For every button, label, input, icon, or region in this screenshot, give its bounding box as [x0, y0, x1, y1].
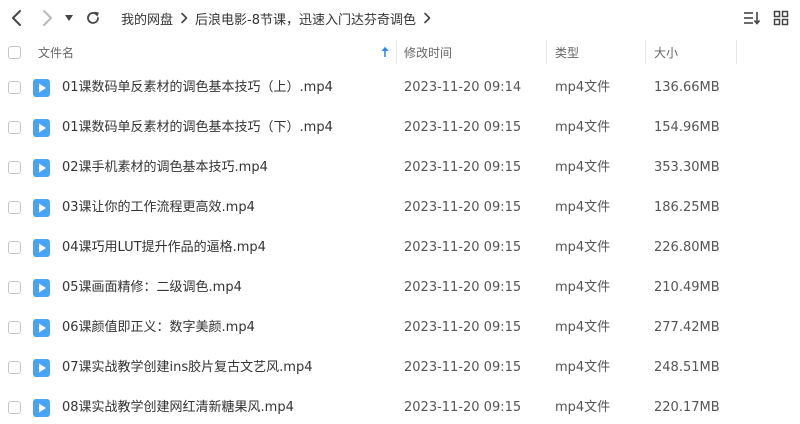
refresh-button[interactable] [81, 6, 105, 30]
video-file-icon [33, 279, 50, 297]
file-name[interactable]: 04课巧用LUT提升作品的逼格.mp4 [62, 228, 266, 268]
video-file-icon [33, 399, 50, 417]
column-header-type[interactable]: 类型 [555, 38, 579, 66]
row-checkbox[interactable] [8, 321, 21, 334]
file-type: mp4文件 [555, 280, 611, 295]
breadcrumb-separator-icon [176, 10, 192, 26]
file-modified-time: 2023-11-20 09:15 [404, 280, 522, 295]
file-size: 226.80MB [654, 240, 720, 255]
file-row[interactable]: 02课手机素材的调色基本技巧.mp4 2023-11-20 09:15 mp4文件 3… [0, 148, 800, 188]
file-type: mp4文件 [555, 160, 611, 175]
file-row[interactable]: 08课实战教学创建网红清新糖果风.mp4 2023-11-20 09:15 mp4文… [0, 388, 800, 424]
row-checkbox[interactable] [8, 241, 21, 254]
file-name[interactable]: 08课实战教学创建网红清新糖果风.mp4 [62, 388, 294, 424]
breadcrumb-separator-icon[interactable] [419, 10, 435, 26]
column-divider[interactable] [645, 40, 646, 64]
file-row[interactable]: 04课巧用LUT提升作品的逼格.mp4 2023-11-20 09:15 mp4文件… [0, 228, 800, 268]
file-modified-time: 2023-11-20 09:15 [404, 200, 522, 215]
column-divider[interactable] [736, 40, 737, 64]
file-row[interactable]: 01课数码单反素材的调色基本技巧（上）.mp4 2023-11-20 09:14 m… [0, 68, 800, 108]
file-modified-time: 2023-11-20 09:15 [404, 120, 522, 135]
video-file-icon [33, 159, 50, 177]
file-size: 277.42MB [654, 320, 720, 335]
file-name[interactable]: 03课让你的工作流程更高效.mp4 [62, 188, 255, 228]
file-modified-time: 2023-11-20 09:15 [404, 240, 522, 255]
video-file-icon [33, 359, 50, 377]
select-all-checkbox-cell [8, 38, 22, 66]
row-checkbox[interactable] [8, 401, 21, 414]
column-header-modified[interactable]: 修改时间 [404, 38, 452, 66]
file-modified-time: 2023-11-20 09:15 [404, 400, 522, 415]
file-row[interactable]: 06课颜值即正义：数字美颜.mp4 2023-11-20 09:15 mp4文件 27… [0, 308, 800, 348]
file-size: 136.66MB [654, 80, 720, 95]
file-name[interactable]: 07课实战教学创建ins胶片复古文艺风.mp4 [62, 348, 313, 388]
file-type: mp4文件 [555, 360, 611, 375]
file-row[interactable]: 01课数码单反素材的调色基本技巧（下）.mp4 2023-11-20 09:15 m… [0, 108, 800, 148]
column-divider[interactable] [546, 40, 547, 64]
sort-button[interactable] [742, 8, 762, 28]
file-list: 01课数码单反素材的调色基本技巧（上）.mp4 2023-11-20 09:14 m… [0, 68, 800, 424]
grid-view-icon [773, 10, 789, 26]
row-checkbox[interactable] [8, 161, 21, 174]
column-header-size[interactable]: 大小 [654, 38, 678, 66]
file-type: mp4文件 [555, 80, 611, 95]
select-all-checkbox[interactable] [8, 45, 21, 59]
file-modified-time: 2023-11-20 09:14 [404, 80, 522, 95]
file-row[interactable]: 05课画面精修：二级调色.mp4 2023-11-20 09:15 mp4文件 210… [0, 268, 800, 308]
file-name[interactable]: 06课颜值即正义：数字美颜.mp4 [62, 308, 255, 348]
breadcrumb-item-root[interactable]: 我的网盘 [121, 9, 173, 28]
column-divider[interactable] [396, 40, 397, 64]
file-name[interactable]: 01课数码单反素材的调色基本技巧（上）.mp4 [62, 68, 333, 108]
sort-icon [744, 12, 761, 25]
history-dropdown-button[interactable] [60, 6, 78, 30]
row-checkbox[interactable] [8, 281, 21, 294]
file-modified-time: 2023-11-20 09:15 [404, 320, 522, 335]
breadcrumb-item-current[interactable]: 后浪电影-8节课，迅速入门达芬奇调色 [195, 9, 416, 28]
file-row[interactable]: 07课实战教学创建ins胶片复古文艺风.mp4 2023-11-20 09:15 m… [0, 348, 800, 388]
file-type: mp4文件 [555, 400, 611, 415]
file-row[interactable]: 03课让你的工作流程更高效.mp4 2023-11-20 09:15 mp4文件 18… [0, 188, 800, 228]
video-file-icon [33, 239, 50, 257]
forward-button[interactable] [35, 6, 59, 30]
chevron-right-icon [43, 10, 52, 26]
file-size: 210.49MB [654, 280, 720, 295]
video-file-icon [33, 199, 50, 217]
file-size: 186.25MB [654, 200, 720, 215]
row-checkbox[interactable] [8, 201, 21, 214]
refresh-icon [87, 11, 99, 24]
file-size: 248.51MB [654, 360, 720, 375]
column-header-name[interactable]: 文件名 [38, 38, 74, 66]
row-checkbox[interactable] [8, 361, 21, 374]
breadcrumb: 我的网盘 后浪电影-8节课，迅速入门达芬奇调色 [121, 0, 438, 36]
file-size: 353.30MB [654, 160, 720, 175]
row-checkbox[interactable] [8, 81, 21, 94]
caret-down-icon [65, 15, 73, 21]
sort-ascending-icon[interactable] [380, 38, 392, 66]
file-size: 220.17MB [654, 400, 720, 415]
file-name[interactable]: 02课手机素材的调色基本技巧.mp4 [62, 148, 268, 188]
file-type: mp4文件 [555, 200, 611, 215]
column-header: 文件名 修改时间 类型 大小 [0, 38, 800, 66]
row-checkbox[interactable] [8, 121, 21, 134]
file-name[interactable]: 05课画面精修：二级调色.mp4 [62, 268, 242, 308]
file-type: mp4文件 [555, 240, 611, 255]
toolbar: 我的网盘 后浪电影-8节课，迅速入门达芬奇调色 [0, 0, 800, 36]
back-button[interactable] [5, 6, 29, 30]
file-type: mp4文件 [555, 120, 611, 135]
file-name[interactable]: 01课数码单反素材的调色基本技巧（下）.mp4 [62, 108, 333, 148]
video-file-icon [33, 79, 50, 97]
video-file-icon [33, 319, 50, 337]
file-type: mp4文件 [555, 320, 611, 335]
file-size: 154.96MB [654, 120, 720, 135]
chevron-left-icon [12, 10, 21, 26]
file-modified-time: 2023-11-20 09:15 [404, 360, 522, 375]
file-modified-time: 2023-11-20 09:15 [404, 160, 522, 175]
file-manager-window: 我的网盘 后浪电影-8节课，迅速入门达芬奇调色 文件名 修改时间 类型 大小 0… [0, 0, 800, 424]
video-file-icon [33, 119, 50, 137]
view-toggle-button[interactable] [771, 8, 791, 28]
